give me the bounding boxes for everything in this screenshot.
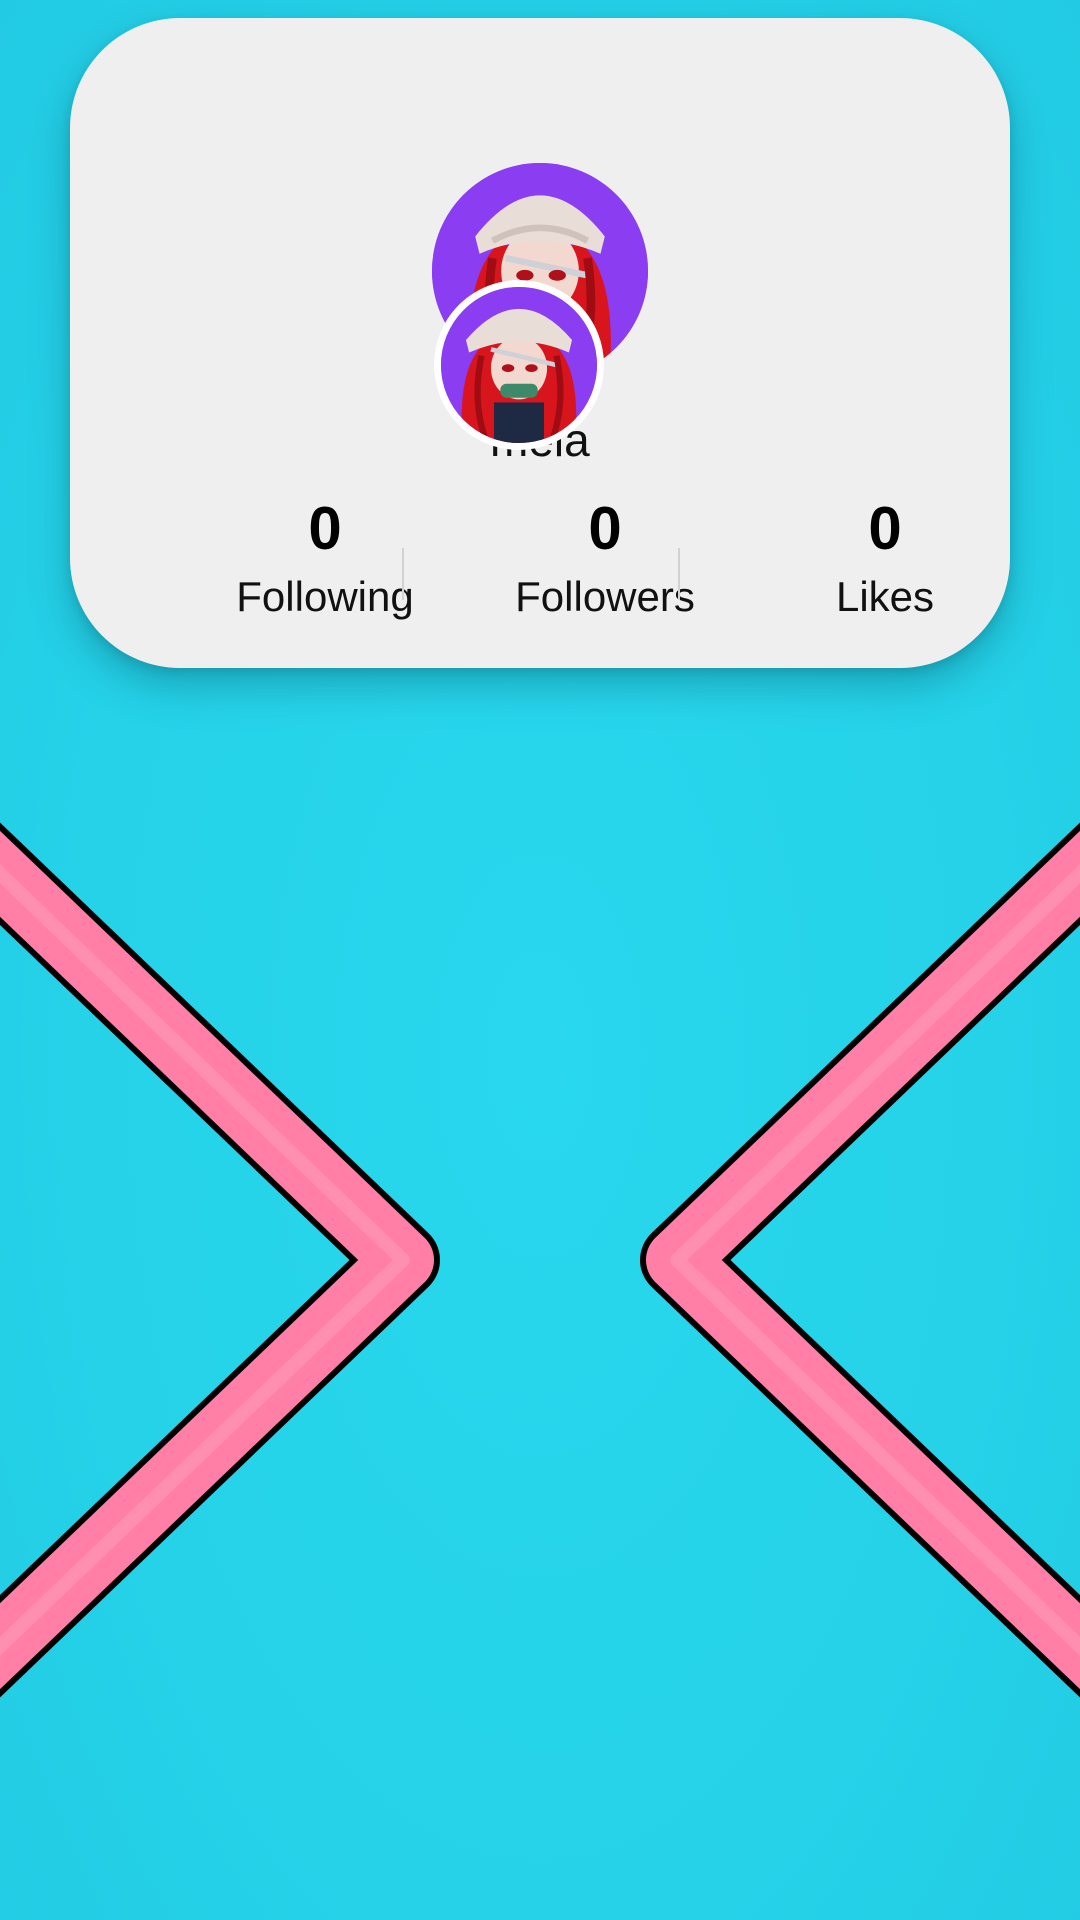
likes-count: 0 — [868, 495, 902, 562]
following-count: 0 — [308, 495, 342, 562]
chevron-left-icon — [620, 820, 1080, 1700]
stat-divider — [678, 548, 680, 600]
avatar-overlay-image — [441, 287, 597, 443]
stat-following[interactable]: 0 Following — [195, 496, 455, 622]
followers-label: Followers — [515, 573, 695, 620]
profile-stats: 0 Following 0 Followers 0 Likes — [70, 496, 1010, 646]
following-label: Following — [236, 573, 414, 620]
stat-followers[interactable]: 0 Followers — [475, 496, 735, 622]
followers-count: 0 — [588, 495, 622, 562]
chevron-right-icon — [0, 820, 460, 1700]
stat-likes[interactable]: 0 Likes — [755, 496, 1015, 622]
stat-divider — [402, 548, 404, 600]
profile-avatar-overlay[interactable] — [434, 280, 604, 450]
likes-label: Likes — [835, 573, 935, 620]
profile-card: mela 0 Following 0 Followers 0 — [70, 18, 1010, 668]
